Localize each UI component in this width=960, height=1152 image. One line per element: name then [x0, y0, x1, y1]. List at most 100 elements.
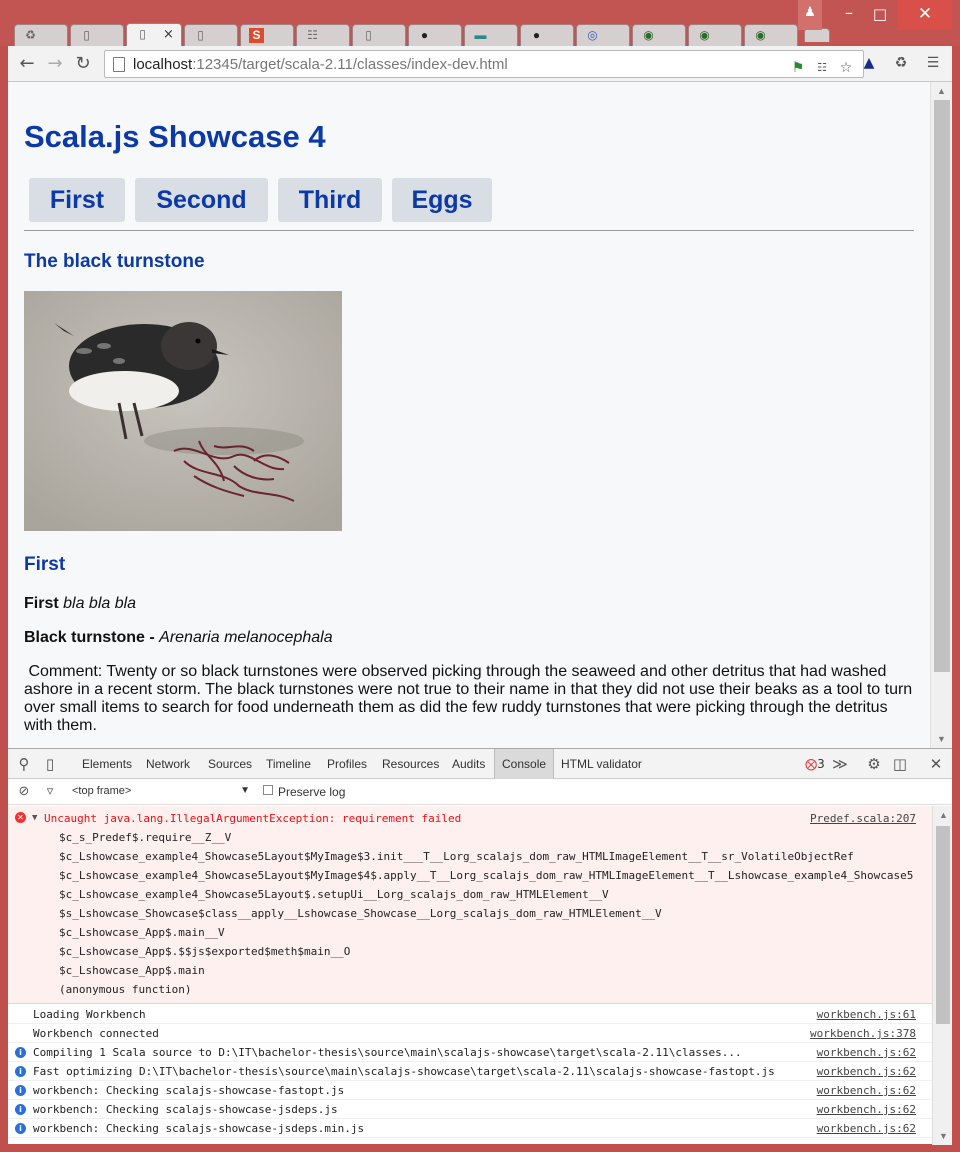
back-button[interactable]: ← — [16, 53, 38, 75]
browser-tab[interactable]: ◉ — [632, 24, 686, 46]
console-filter-bar: ⊘ ▿ <top frame> ▼ Preserve log — [8, 779, 952, 805]
scroll-down-icon[interactable]: ▼ — [937, 734, 946, 744]
flag-icon[interactable]: ⚑ — [789, 59, 807, 77]
error-message: Uncaught java.lang.IllegalArgumentExcept… — [44, 812, 462, 825]
s-icon: S — [249, 28, 264, 43]
info-icon: i — [15, 1085, 26, 1096]
scroll-up-icon[interactable]: ▲ — [937, 86, 946, 96]
nav-tab-second[interactable]: Second — [135, 178, 268, 222]
browser-tab[interactable]: ♻ — [14, 24, 68, 46]
tab-sources[interactable]: Sources — [208, 749, 252, 779]
nav-tab-eggs[interactable]: Eggs — [392, 178, 492, 222]
tab-elements[interactable]: Elements — [82, 749, 132, 779]
error-entry[interactable]: ✕ ▼ Uncaught java.lang.IllegalArgumentEx… — [8, 806, 932, 1004]
error-count-badge[interactable]: ⨂3 — [804, 749, 826, 779]
tab-timeline[interactable]: Timeline — [266, 749, 311, 779]
log-source-link[interactable]: workbench.js:62 — [817, 1065, 916, 1078]
nav-tab-first[interactable]: First — [29, 178, 125, 222]
browser-tab[interactable]: ▬ — [464, 24, 518, 46]
page-icon: ▯ — [197, 28, 204, 42]
log-message: Loading Workbench — [33, 1008, 146, 1021]
tab-resources[interactable]: Resources — [382, 749, 439, 779]
minimize-button[interactable]: – — [836, 0, 862, 30]
page-icon: ▯ — [139, 27, 146, 41]
tab-html-validator[interactable]: HTML validator — [561, 749, 642, 779]
console-scroll-thumb[interactable] — [936, 826, 950, 1024]
tab-network[interactable]: Network — [146, 749, 190, 779]
stack-frame: $c_Lshowcase_example4_Showcase5Layout$My… — [59, 869, 914, 882]
new-tab-button[interactable] — [804, 28, 830, 42]
browser-titlebar: ♻ ▯ ▯ × ▯ S ☷ ▯ ● ▬ ● ◎ ◉ ◉ ◉ ♟ – □ ✕ — [0, 0, 960, 46]
stack-frame: $c_Lshowcase_App$.$$js$exported$meth$mai… — [59, 945, 351, 958]
browser-tab[interactable]: ▯ — [184, 24, 238, 46]
page-scroll-thumb[interactable] — [934, 100, 950, 672]
chevron-down-icon: ▼ — [240, 785, 250, 796]
browser-tab[interactable]: ◉ — [744, 24, 798, 46]
stack-frame: $s_Lshowcase_Showcase$class__apply__Lsho… — [59, 907, 662, 920]
bookmark-star-icon[interactable]: ☆ — [837, 59, 855, 77]
filter-icon[interactable]: ▿ — [40, 779, 60, 805]
translate-icon[interactable]: ☷ — [813, 59, 831, 77]
log-source-link[interactable]: workbench.js:61 — [817, 1008, 916, 1021]
page-viewport: Scala.js Showcase 4 First Second Third E… — [8, 82, 952, 748]
log-source-link[interactable]: workbench.js:378 — [810, 1027, 916, 1040]
console-scroll-down-icon[interactable]: ▼ — [939, 1131, 948, 1141]
error-icon: ✕ — [15, 812, 26, 823]
page-icon: ▯ — [365, 28, 372, 42]
expand-triangle-icon[interactable]: ▼ — [32, 813, 37, 823]
log-source-link[interactable]: workbench.js:62 — [817, 1046, 916, 1059]
forward-button[interactable]: → — [44, 53, 66, 75]
reload-button[interactable]: ↻ — [72, 53, 94, 75]
inspect-icon[interactable]: ⚲ — [14, 749, 34, 779]
profile-button[interactable]: ♟ — [798, 0, 822, 30]
browser-tab[interactable]: ◎ — [576, 24, 630, 46]
browser-tab[interactable]: ▯ — [70, 24, 124, 46]
dock-icon[interactable]: ◫ — [890, 749, 910, 779]
nav-tab-third[interactable]: Third — [278, 178, 382, 222]
tab-console[interactable]: Console — [494, 749, 555, 779]
log-source-link[interactable]: workbench.js:62 — [817, 1084, 916, 1097]
log-source-link[interactable]: workbench.js:62 — [817, 1122, 916, 1135]
settings-gear-icon[interactable]: ⚙ — [864, 749, 884, 779]
error-source-link[interactable]: Predef.scala:207 — [810, 812, 916, 825]
bird-photo — [24, 291, 342, 531]
browser-tab[interactable]: ● — [408, 24, 462, 46]
url-text[interactable]: localhost:12345/target/scala-2.11/classe… — [133, 56, 508, 73]
browser-tab[interactable]: ◉ — [688, 24, 742, 46]
stack-frame: $c_s_Predef$.require__Z__V — [59, 831, 232, 844]
extension-icon[interactable]: ▲ — [860, 54, 878, 72]
menu-icon[interactable]: ☰ — [924, 54, 942, 72]
stack-frame: (anonymous function) — [59, 983, 192, 996]
browser-tab[interactable]: ▯ × — [126, 23, 182, 46]
tab-profiles[interactable]: Profiles — [327, 749, 367, 779]
sub-title: First — [24, 554, 66, 575]
device-mode-icon[interactable]: ▯ — [40, 749, 60, 779]
log-message: workbench: Checking scalajs-showcase-jsd… — [33, 1103, 338, 1116]
target-icon: ◎ — [587, 28, 598, 42]
frame-select-value: <top frame> — [72, 785, 132, 797]
recycle-extension-icon[interactable]: ♻ — [892, 54, 910, 72]
log-source-link[interactable]: workbench.js:62 — [817, 1103, 916, 1116]
console-scrollbar[interactable]: ▲ ▼ — [932, 806, 952, 1145]
car-icon: ▬ — [474, 28, 487, 42]
browser-tab[interactable]: S — [240, 24, 294, 46]
browser-tab[interactable]: ● — [520, 24, 574, 46]
stack-frame: $c_Lshowcase_example4_Showcase5Layout$My… — [59, 850, 854, 863]
console-drawer-icon[interactable]: ≫ — [830, 749, 850, 779]
console-scroll-up-icon[interactable]: ▲ — [939, 810, 948, 820]
close-tab-icon[interactable]: × — [163, 27, 174, 42]
preserve-log-checkbox[interactable] — [263, 785, 273, 795]
close-devtools-icon[interactable]: ✕ — [926, 749, 946, 779]
recycle-icon: ♻ — [25, 28, 36, 42]
frame-select[interactable]: <top frame> ▼ — [72, 785, 250, 797]
browser-tab[interactable]: ▯ — [352, 24, 406, 46]
browser-tab[interactable]: ☷ — [296, 24, 350, 46]
address-bar[interactable]: localhost:12345/target/scala-2.11/classe… — [104, 50, 864, 78]
clear-console-icon[interactable]: ⊘ — [14, 779, 34, 805]
tab-audits[interactable]: Audits — [452, 749, 485, 779]
close-window-button[interactable]: ✕ — [898, 0, 952, 30]
maximize-button[interactable]: □ — [866, 0, 894, 30]
stack-frame: $c_Lshowcase_App$.main — [59, 964, 205, 977]
info-icon: i — [15, 1066, 26, 1077]
page-scrollbar[interactable]: ▲ ▼ — [930, 82, 952, 748]
